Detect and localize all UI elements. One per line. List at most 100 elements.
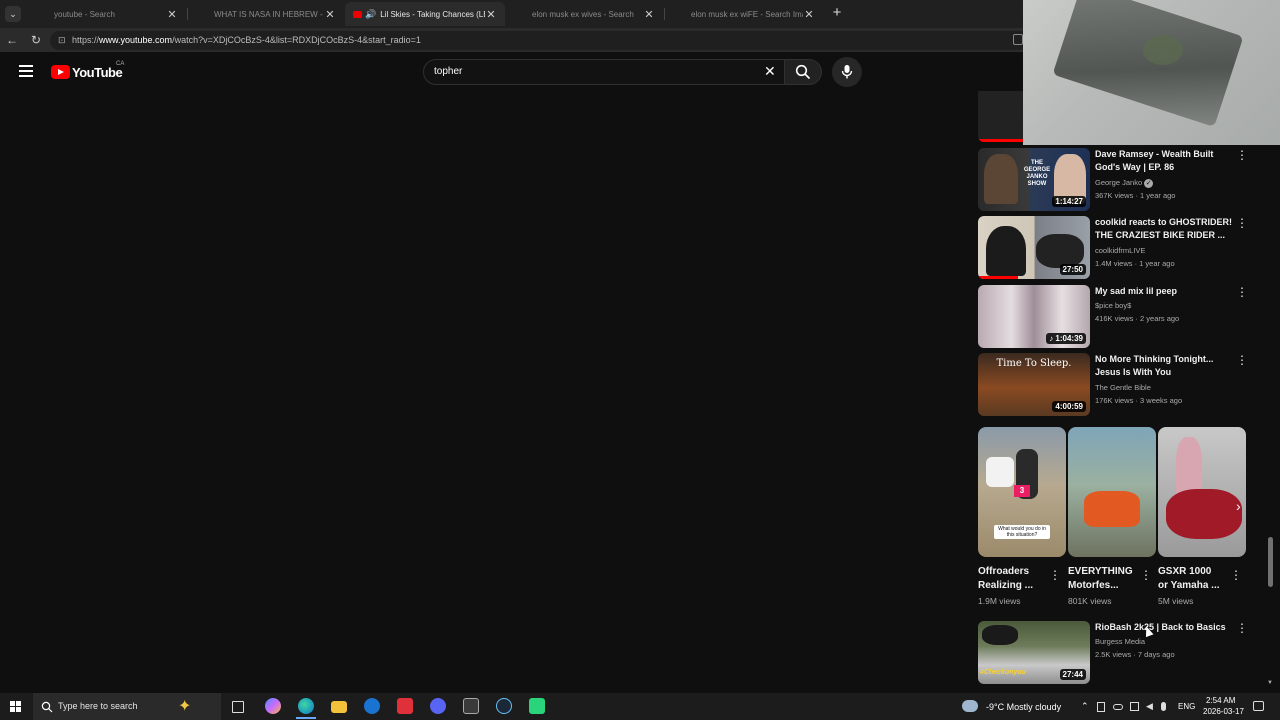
copilot-icon[interactable]	[265, 698, 281, 714]
show-hidden-icons-chevron-icon[interactable]: ⌃	[1081, 701, 1089, 712]
tab-title: elon musk ex wiFE - Search Image	[691, 9, 803, 19]
windows-start-icon[interactable]	[10, 701, 21, 712]
voice-search-button[interactable]	[832, 57, 862, 87]
short-title[interactable]: EVERYTHING Motorfes...	[1068, 565, 1134, 593]
close-tab-icon[interactable]: ✕	[166, 8, 178, 21]
more-actions-icon[interactable]: ⋮	[1236, 285, 1248, 299]
browser-tab-elon-images[interactable]: elon musk ex wiFE - Search Image ✕	[665, 2, 823, 26]
display-icon[interactable]	[1130, 702, 1139, 711]
short-title[interactable]: Offroaders Realizing ...	[978, 565, 1044, 593]
address-bar[interactable]: ⊡ https://www.youtube.com/watch?v=XDjCOc…	[50, 31, 1030, 50]
browser-tab-lil-skies[interactable]: 🔊 Lil Skies - Taking Chances (LEA ✕	[345, 2, 505, 26]
video-thumbnail[interactable]: THE GEORGE JANKO SHOW 1:14:27	[978, 148, 1090, 211]
duration-badge: 1:14:27	[1052, 196, 1086, 207]
language-indicator[interactable]: ENG	[1178, 702, 1195, 711]
scrollbar-thumb[interactable]	[1268, 537, 1273, 587]
network-icon[interactable]	[1097, 702, 1105, 712]
short-thumbnail[interactable]	[1158, 427, 1246, 557]
close-tab-icon[interactable]: ✕	[324, 8, 336, 21]
tab-title: youtube - Search	[54, 9, 115, 19]
channel-name[interactable]: George Janko ✓	[1095, 178, 1154, 188]
clock-date[interactable]: 2026-03-17	[1203, 707, 1244, 716]
more-actions-icon[interactable]: ⋮	[1236, 621, 1248, 635]
video-thumbnail[interactable]: ♪ 1:04:39	[978, 285, 1090, 348]
chat-app-icon[interactable]	[529, 698, 545, 714]
search-input[interactable]: topher	[434, 66, 462, 77]
tab-actions-chevron-icon[interactable]: ⌄	[5, 6, 21, 22]
video-title[interactable]: RioBash 2k25 | Back to Basics	[1095, 621, 1235, 634]
video-thumbnail[interactable]: #Checkonyou 27:44	[978, 621, 1090, 684]
video-title[interactable]: My sad mix lil peep	[1095, 285, 1235, 298]
hamburger-menu-icon[interactable]	[19, 65, 33, 77]
more-actions-icon[interactable]: ⋮	[1236, 353, 1248, 367]
search-button[interactable]	[784, 59, 822, 85]
short-thumbnail[interactable]	[1068, 427, 1156, 557]
more-actions-icon[interactable]: ⋮	[1140, 568, 1152, 582]
browser-tab-elon-ex-wives[interactable]: elon musk ex wives - Search ✕	[506, 2, 663, 26]
tray-icons: ◀	[1097, 701, 1172, 712]
duration-badge: 27:50	[1059, 264, 1086, 275]
steam-icon[interactable]	[496, 698, 512, 714]
speaker-icon[interactable]: ◀	[1146, 701, 1153, 712]
youtube-play-logo-icon	[51, 65, 70, 79]
new-tab-plus-icon[interactable]: +	[829, 4, 845, 22]
site-info-lock-icon[interactable]: ⊡	[58, 31, 66, 50]
channel-name[interactable]: Burgess Media	[1095, 637, 1145, 646]
video-list-item[interactable]: #Checkonyou 27:44 RioBash 2k25 | Back to…	[978, 621, 1258, 685]
task-view-icon[interactable]	[232, 701, 244, 713]
video-title[interactable]: coolkid reacts to GHOSTRIDER! THE CRAZIE…	[1095, 216, 1235, 242]
discord-icon[interactable]	[430, 698, 446, 714]
video-list-item[interactable]: ♪ 1:04:39 My sad mix lil peep $pice boy$…	[978, 285, 1258, 349]
outlook-icon[interactable]	[364, 698, 380, 714]
tab-title: WHAT IS NASA IN HEBREW - Sea	[214, 9, 324, 19]
video-list-item[interactable]: 27:50 coolkid reacts to GHOSTRIDER! THE …	[978, 216, 1258, 280]
video-list-item[interactable]: THE GEORGE JANKO SHOW 1:14:27 Dave Ramse…	[978, 148, 1258, 212]
windows-taskbar: Type here to search ✦ -9°C Mostly cloudy…	[0, 693, 1280, 720]
clock-time[interactable]: 2:54 AM	[1206, 696, 1235, 705]
channel-name[interactable]: The Gentle Bible	[1095, 383, 1151, 392]
weather-text[interactable]: -9°C Mostly cloudy	[986, 702, 1061, 712]
app-window-icon[interactable]	[463, 698, 479, 714]
taskbar-search-box[interactable]: Type here to search ✦	[33, 693, 221, 720]
video-list-item[interactable]: Time To Sleep. 4:00:59 No More Thinking …	[978, 353, 1258, 417]
video-meta: 367K views · 1 year ago	[1095, 191, 1176, 200]
url-path: /watch?v=XDjCOcBzS-4&list=RDXDjCOcBzS-4&…	[172, 35, 421, 45]
refresh-icon[interactable]: ↻	[31, 32, 45, 48]
duration-badge: 27:44	[1059, 669, 1086, 680]
clear-search-icon[interactable]: ✕	[764, 63, 776, 80]
notification-center-icon[interactable]	[1253, 701, 1264, 711]
tab-audio-icon[interactable]: 🔊	[365, 9, 376, 20]
weather-cloud-icon[interactable]	[962, 700, 978, 712]
microphone-tray-icon[interactable]	[1161, 702, 1166, 711]
more-actions-icon[interactable]: ⋮	[1236, 216, 1248, 230]
channel-name[interactable]: coolkidfrmLIVE	[1095, 246, 1145, 255]
close-tab-icon[interactable]: ✕	[485, 8, 497, 21]
search-box[interactable]: topher ✕	[423, 59, 785, 85]
video-title[interactable]: Dave Ramsey - Wealth Built God's Way | E…	[1095, 148, 1235, 174]
video-thumbnail[interactable]: 27:50	[978, 216, 1090, 279]
youtube-logo[interactable]: YouTube CA	[51, 61, 131, 82]
browser-tab-nasa-hebrew[interactable]: WHAT IS NASA IN HEBREW - Sea ✕	[188, 2, 344, 26]
close-tab-icon[interactable]: ✕	[643, 8, 655, 21]
short-thumbnail[interactable]: 3 What would you do in this situation?	[978, 427, 1066, 557]
split-screen-icon[interactable]	[1013, 34, 1023, 45]
file-explorer-icon[interactable]	[331, 701, 347, 713]
scroll-down-arrow-icon[interactable]: ▼	[1267, 680, 1275, 686]
channel-name[interactable]: $pice boy$	[1095, 301, 1131, 310]
close-tab-icon[interactable]: ✕	[803, 8, 815, 21]
shorts-next-chevron-icon[interactable]: ›	[1236, 498, 1248, 514]
video-thumbnail[interactable]: Time To Sleep. 4:00:59	[978, 353, 1090, 416]
onedrive-icon[interactable]	[1113, 704, 1123, 710]
more-actions-icon[interactable]: ⋮	[1049, 568, 1061, 582]
video-title[interactable]: No More Thinking Tonight... Jesus Is Wit…	[1095, 353, 1235, 379]
browser-tab-youtube-search[interactable]: youtube - Search ✕	[28, 2, 186, 26]
short-title[interactable]: GSXR 1000 or Yamaha ...	[1158, 565, 1224, 593]
video-thumbnail-partial[interactable]	[978, 91, 1023, 142]
more-actions-icon[interactable]: ⋮	[1230, 568, 1242, 582]
gift-app-icon[interactable]	[397, 698, 413, 714]
back-arrow-icon[interactable]: ←	[6, 32, 20, 48]
scrollbar-track[interactable]	[1266, 92, 1275, 690]
edge-browser-icon[interactable]	[298, 698, 314, 714]
more-actions-icon[interactable]: ⋮	[1236, 148, 1248, 162]
bing-favicon-icon	[673, 9, 683, 19]
